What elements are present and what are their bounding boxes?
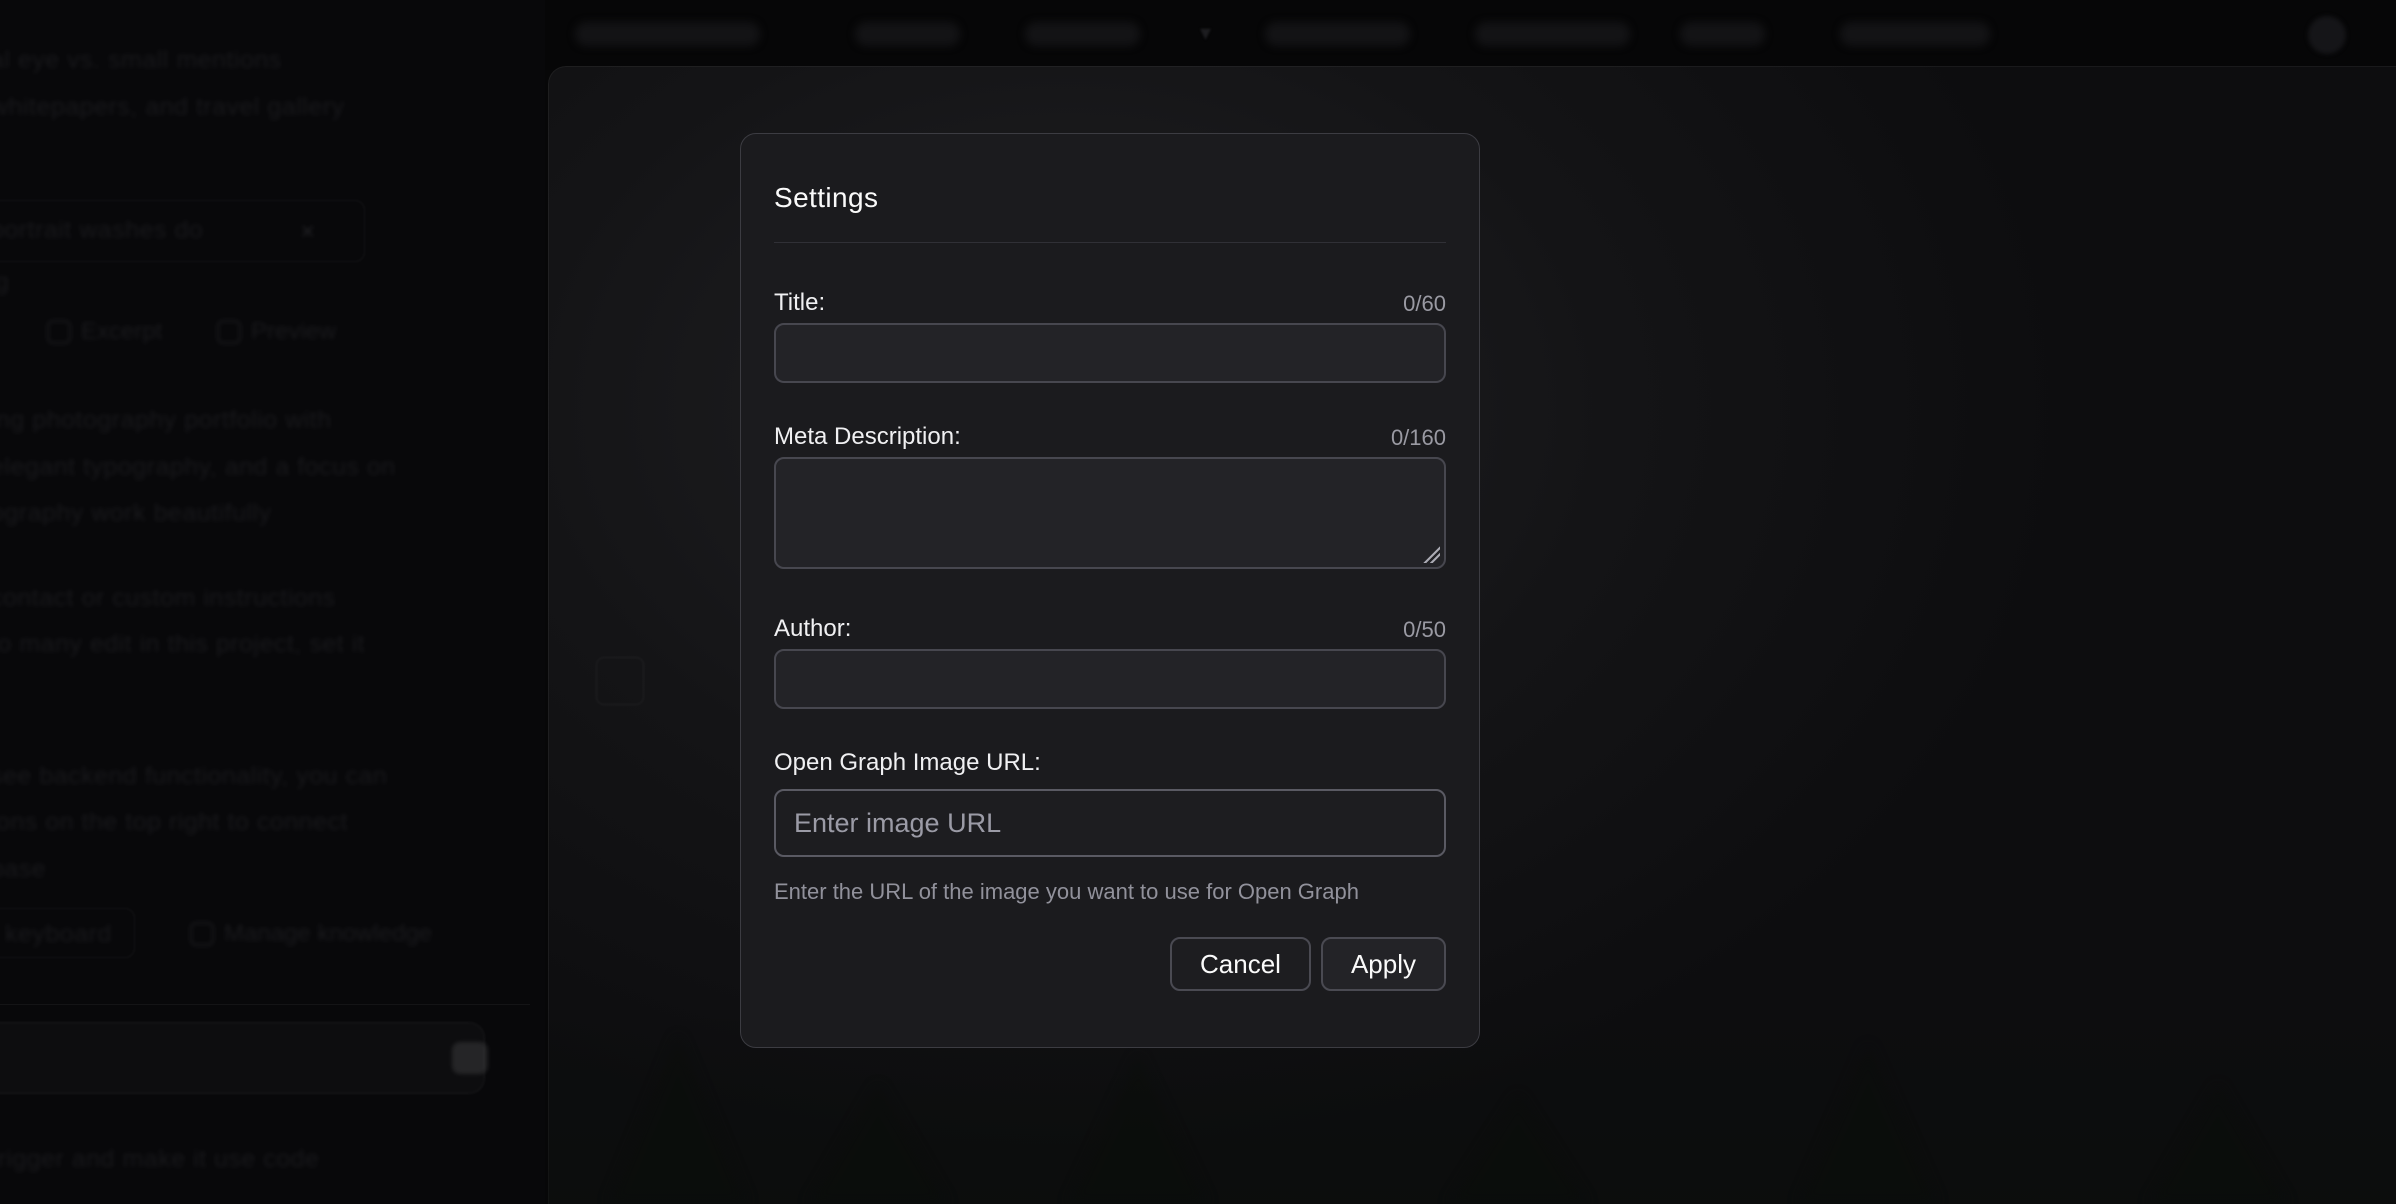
keyboard-label: keyboard: [5, 920, 112, 949]
topbar-text-blob: [1025, 22, 1140, 46]
author-input[interactable]: [774, 649, 1446, 709]
tree-silhouette: [808, 1084, 948, 1204]
sidebar-text-line: ography work beautifully: [0, 499, 272, 528]
preview-toggle: Preview: [217, 318, 336, 346]
chat-sidebar: al eye vs. small mentions whitepapers, a…: [0, 0, 545, 1204]
manage-knowledge-button: Manage knowledge: [190, 920, 432, 948]
topbar-text-blob: [1265, 22, 1410, 46]
sidebar-text-line: base: [0, 855, 46, 884]
topbar-text-blob: [855, 22, 960, 46]
sidebar-text-line: portrait washes do: [0, 216, 203, 245]
avatar: [2308, 16, 2346, 54]
sidebar-divider: [0, 1004, 530, 1005]
tree-silhouette: [1448, 1094, 1588, 1204]
send-button: [452, 1042, 488, 1074]
knowledge-icon: [190, 922, 214, 946]
manage-knowledge-label: Manage knowledge: [224, 920, 432, 948]
sidebar-text-line: to many edit in this project, set it: [0, 630, 365, 659]
sidebar-text-line: contact or custom instructions: [0, 584, 336, 613]
sidebar-text-line: trigger and make it use code: [0, 1145, 319, 1174]
og-image-url-label: Open Graph Image URL:: [774, 749, 1041, 777]
og-image-url-input[interactable]: [774, 789, 1446, 857]
sidebar-text-line: g: [0, 268, 9, 297]
og-image-url-helper: Enter the URL of the image you want to u…: [774, 879, 1446, 905]
tree-silhouette: [2148, 1084, 2288, 1204]
sidebar-text-line: whitepapers, and travel gallery: [0, 93, 345, 122]
modal-divider: [774, 242, 1446, 243]
title-input[interactable]: [774, 323, 1446, 383]
topbar-text-blob: [1475, 22, 1630, 46]
author-label: Author:: [774, 615, 851, 643]
tree-silhouette: [1068, 1054, 1208, 1204]
apply-button[interactable]: Apply: [1321, 937, 1446, 991]
topbar-text-blob: [1840, 22, 1990, 46]
meta-description-label: Meta Description:: [774, 423, 961, 451]
sidebar-text-line: see backend functionality, you can: [0, 762, 387, 791]
title-counter: 0/60: [1403, 291, 1446, 317]
topbar-text-blob: [1680, 22, 1765, 46]
chat-input: [0, 1022, 485, 1094]
preview-label: Preview: [251, 318, 336, 346]
preview-icon: [217, 320, 241, 344]
topbar-text-blob: [575, 22, 760, 46]
cancel-button[interactable]: Cancel: [1170, 937, 1311, 991]
excerpt-icon: [47, 320, 71, 344]
excerpt-toggle: Excerpt: [47, 318, 162, 346]
sidebar-text-line: elegant typography, and a focus on: [0, 453, 396, 482]
sidebar-text-line: al eye vs. small mentions: [0, 46, 282, 75]
canvas-faint-button: [596, 657, 644, 705]
meta-description-counter: 0/160: [1391, 425, 1446, 451]
close-icon: ×: [300, 216, 315, 247]
title-label: Title:: [774, 289, 825, 317]
chevron-down-icon: ▾: [1200, 20, 1211, 46]
tree-silhouette: [1798, 1044, 1938, 1204]
meta-description-textarea[interactable]: [774, 457, 1446, 569]
app-page: ▾ al eye vs. small mentions whitepapers,…: [0, 0, 2396, 1204]
sidebar-text-line: ing photography portfolio with: [0, 406, 332, 435]
excerpt-label: Excerpt: [81, 318, 162, 346]
tree-silhouette: [608, 1034, 748, 1204]
settings-modal: Settings Title: 0/60 Meta Description: 0…: [740, 133, 1480, 1048]
resize-handle-icon[interactable]: [1422, 545, 1440, 563]
author-counter: 0/50: [1403, 617, 1446, 643]
sidebar-text-line: ions on the top right to connect: [0, 808, 348, 837]
modal-title: Settings: [774, 182, 1446, 214]
